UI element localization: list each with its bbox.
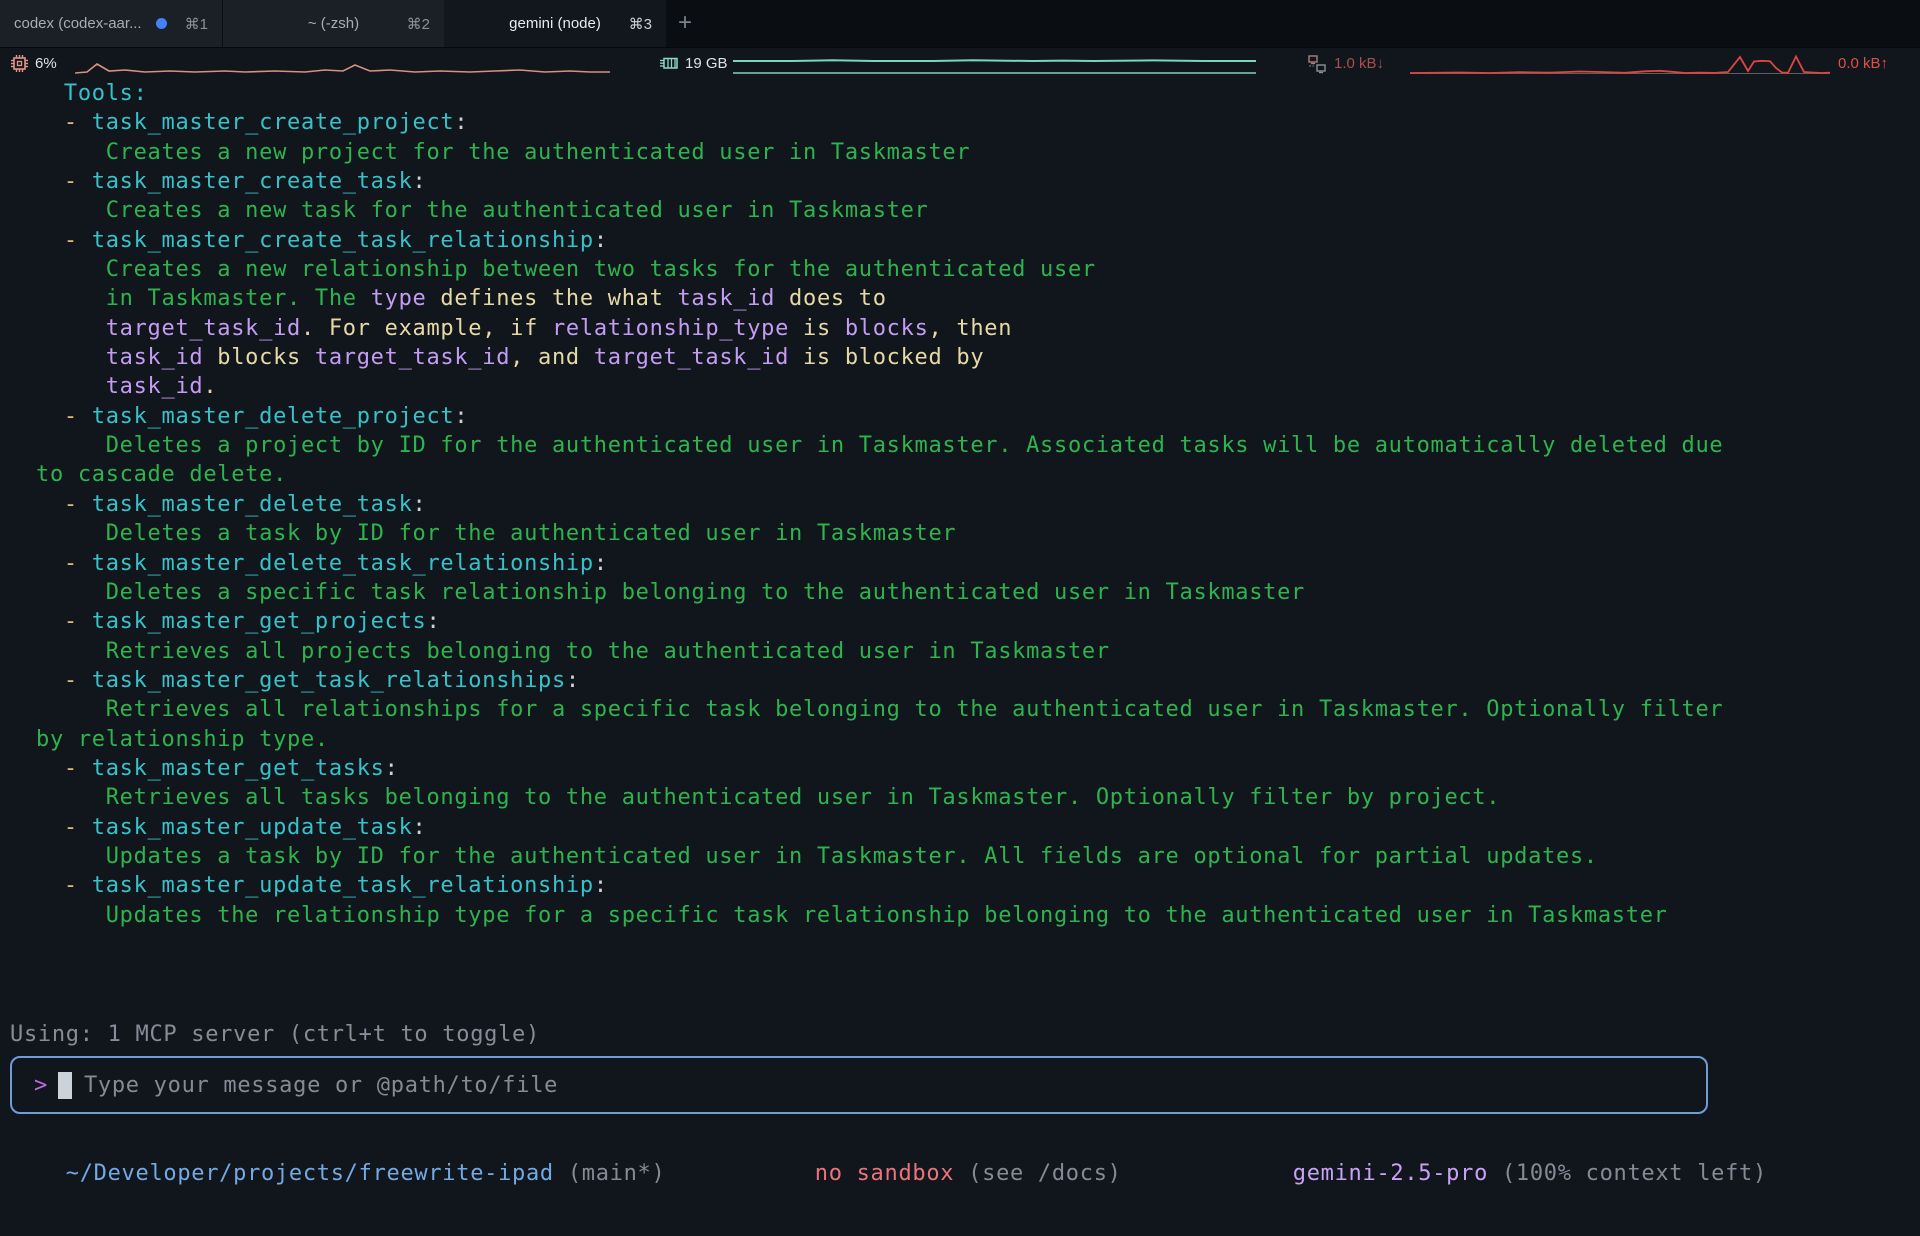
model-name: gemini-2.5-pro: [1293, 1161, 1488, 1186]
tab-gemini[interactable]: gemini (node) ⌘3: [444, 0, 666, 47]
text-cursor: [58, 1072, 72, 1099]
terminal-line: - task_master_update_task_relationship:: [36, 871, 1723, 900]
tab-shortcut: ⌘3: [629, 15, 652, 33]
memory-sparkline: [733, 52, 1256, 76]
terminal-line: Deletes a task by ID for the authenticat…: [36, 519, 1723, 548]
terminal-line: Creates a new relationship between two t…: [36, 255, 1723, 284]
tab-label: ~ (-zsh): [308, 15, 359, 32]
terminal-line: Creates a new project for the authentica…: [36, 138, 1723, 167]
tab-shortcut: ⌘1: [185, 15, 208, 33]
mcp-status-line: Using: 1 MCP server (ctrl+t to toggle): [10, 1022, 540, 1047]
terminal-line: Tools:: [36, 79, 1723, 108]
terminal-line: Updates a task by ID for the authenticat…: [36, 842, 1723, 871]
cpu-sparkline: [75, 52, 610, 76]
cpu-usage-label: 6%: [35, 55, 57, 72]
input-placeholder: Type your message or @path/to/file: [84, 1073, 558, 1098]
terminal-line: - task_master_delete_project:: [36, 402, 1723, 431]
memory-usage-label: 19 GB: [685, 55, 728, 72]
terminal-line: Updates the relationship type for a spec…: [36, 901, 1723, 930]
terminal-line: Retrieves all projects belonging to the …: [36, 637, 1723, 666]
terminal-line: Retrieves all relationships for a specif…: [36, 695, 1723, 724]
terminal-line: Deletes a project by ID for the authenti…: [36, 431, 1723, 460]
terminal-line: - task_master_get_task_relationships:: [36, 666, 1723, 695]
memory-icon: [659, 55, 679, 72]
message-input[interactable]: > Type your message or @path/to/file: [10, 1056, 1708, 1114]
terminal-line: - task_master_create_task_relationship:: [36, 226, 1723, 255]
tab-label: gemini (node): [509, 15, 601, 32]
terminal-line: by relationship type.: [36, 725, 1723, 754]
terminal-line: - task_master_update_task:: [36, 813, 1723, 842]
terminal-line: - task_master_create_project:: [36, 108, 1723, 137]
tab-label: codex (codex-aar...: [14, 15, 150, 32]
terminal-line: - task_master_delete_task_relationship:: [36, 549, 1723, 578]
sandbox-hint: (see /docs): [968, 1161, 1121, 1186]
system-stats-bar: 6% 19 GB 1.0 kB↓ 0.: [0, 48, 1920, 79]
tab-codex[interactable]: codex (codex-aar... ⌘1: [0, 0, 222, 47]
sandbox-status: no sandbox: [815, 1161, 954, 1186]
terminal-line: target_task_id. For example, if relation…: [36, 314, 1723, 343]
terminal-line: - task_master_get_tasks:: [36, 754, 1723, 783]
tab-zsh[interactable]: ~ (-zsh) ⌘2: [223, 0, 444, 47]
cpu-chip-icon: [10, 54, 29, 73]
terminal-line: task_id.: [36, 372, 1723, 401]
terminal-line: task_id blocks target_task_id, and targe…: [36, 343, 1723, 372]
network-sparkline: [1410, 52, 1830, 76]
new-tab-button[interactable]: +: [666, 0, 692, 47]
terminal-line: Creates a new task for the authenticated…: [36, 196, 1723, 225]
network-down-label: 1.0 kB↓: [1334, 55, 1384, 72]
terminal-line: Deletes a specific task relationship bel…: [36, 578, 1723, 607]
prompt-chevron: >: [34, 1073, 48, 1098]
footer-status-bar: ~/Developer/projects/freewrite-ipad (mai…: [0, 1136, 1920, 1166]
terminal-output: Tools: - task_master_create_project: Cre…: [36, 79, 1723, 930]
git-branch: (main*): [568, 1161, 666, 1186]
working-directory: ~/Developer/projects/freewrite-ipad: [66, 1161, 554, 1186]
context-remaining: (100% context left): [1502, 1161, 1767, 1186]
network-up-label: 0.0 kB↑: [1838, 55, 1888, 72]
activity-dot-icon: [156, 18, 167, 29]
terminal-line: in Taskmaster. The type defines the what…: [36, 284, 1723, 313]
terminal-line: - task_master_create_task:: [36, 167, 1723, 196]
terminal-line: - task_master_get_projects:: [36, 607, 1723, 636]
network-icon: [1306, 54, 1328, 74]
terminal-line: - task_master_delete_task:: [36, 490, 1723, 519]
tab-shortcut: ⌘2: [407, 15, 430, 33]
terminal-line: to cascade delete.: [36, 460, 1723, 489]
terminal-line: Retrieves all tasks belonging to the aut…: [36, 783, 1723, 812]
tab-bar: codex (codex-aar... ⌘1 ~ (-zsh) ⌘2 gemin…: [0, 0, 1920, 48]
